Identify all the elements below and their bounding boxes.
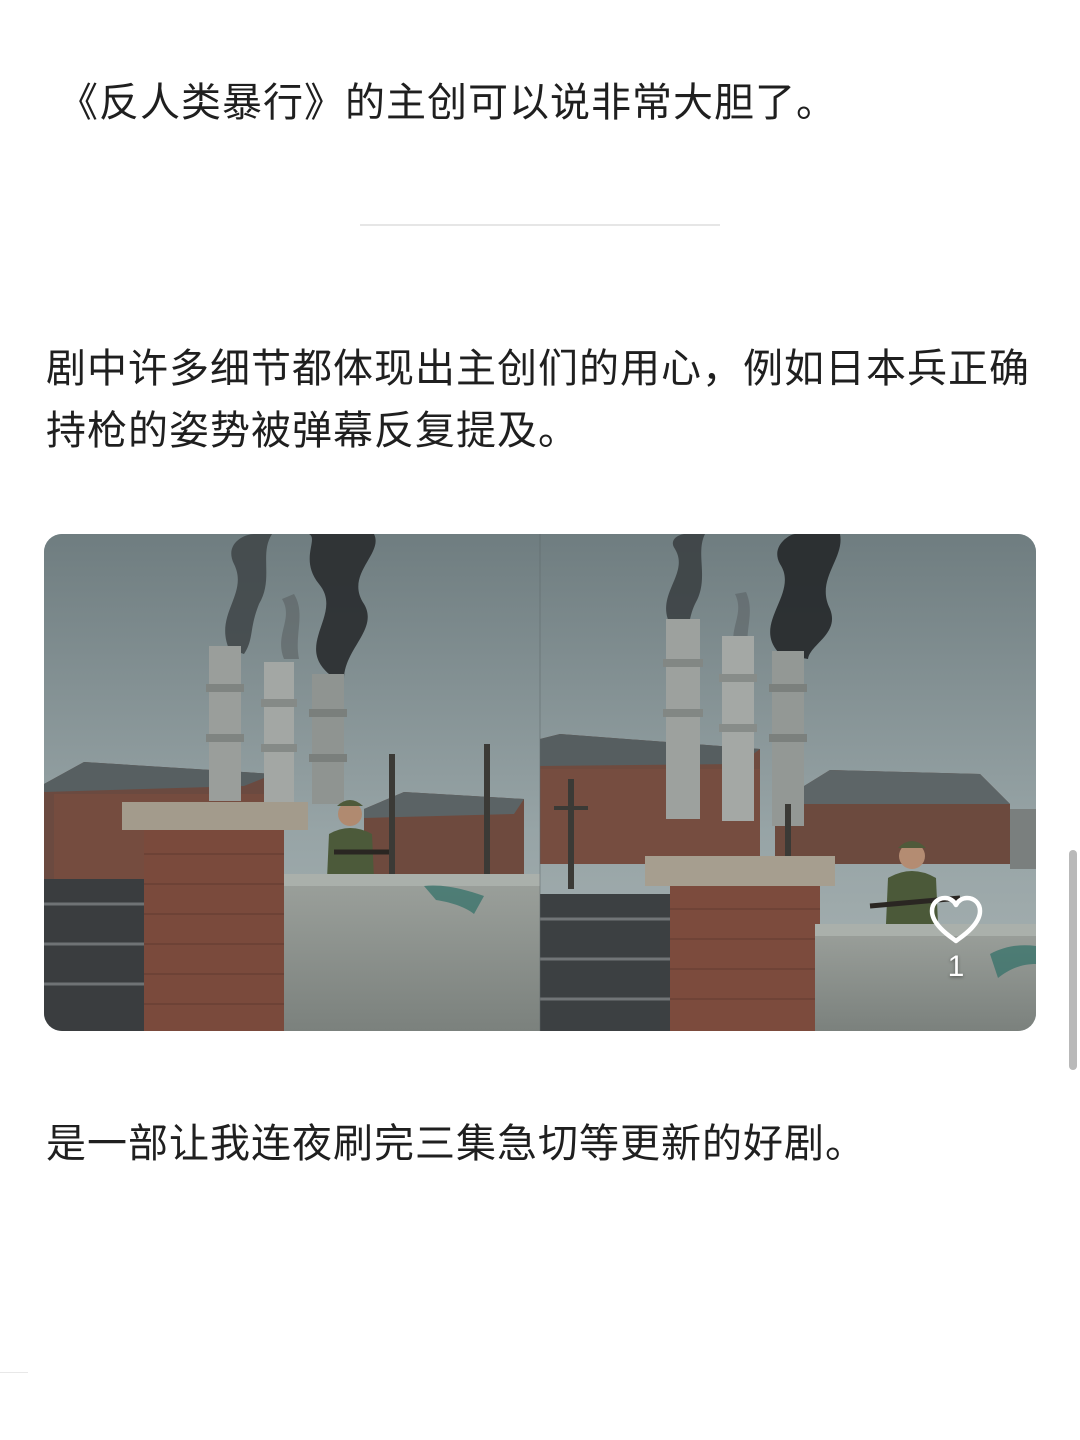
paragraph-intro: 《反人类暴行》的主创可以说非常大胆了。 bbox=[58, 80, 837, 126]
scene-illustration bbox=[44, 534, 1036, 1031]
post-image[interactable]: 1 bbox=[44, 534, 1036, 1031]
like-count: 1 bbox=[947, 950, 965, 983]
like-control[interactable]: 1 bbox=[918, 894, 994, 984]
left-frame bbox=[44, 534, 540, 1031]
paragraph-details: 剧中许多细节都体现出主创们的用心，例如日本兵正确持枪的姿势被弹幕反复提及。 bbox=[46, 346, 1030, 454]
heart-outline-icon[interactable] bbox=[927, 894, 985, 946]
section-divider bbox=[360, 224, 720, 226]
bottom-divider bbox=[0, 1372, 28, 1373]
scrollbar-thumb[interactable] bbox=[1069, 850, 1077, 1070]
paragraph-conclusion: 是一部让我连夜刷完三集急切等更新的好剧。 bbox=[46, 1121, 866, 1167]
